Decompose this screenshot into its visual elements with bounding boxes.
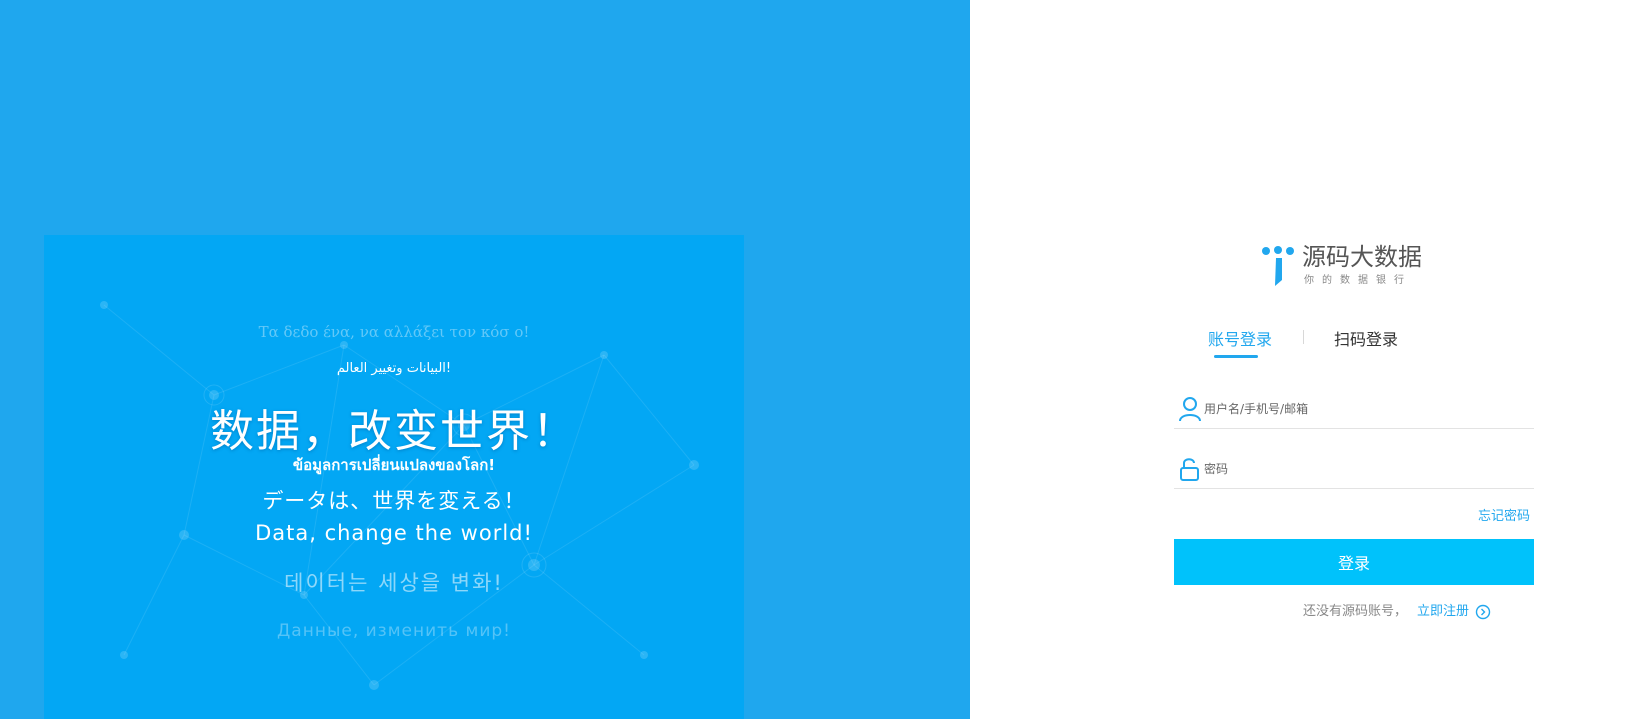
network-background [100,301,699,690]
brand-logo: 源码大数据 你的数据银行 [1260,244,1440,286]
password-field [1174,452,1534,489]
chevron-right-circle-icon[interactable] [1475,604,1491,620]
slogan-korean: 데이터는 세상을 변화! [284,571,504,595]
login-panel: 源码大数据 你的数据银行 账号登录 扫码登录 忘记密码 登录 还没有源码账号， 立… [970,0,1634,719]
slogan-thai: ข้อมูลการเปลี่ยนแปลงของโลก! [292,456,496,474]
login-button[interactable]: 登录 [1174,539,1534,585]
slogan-greek: Τα δεδο ένα, να αλλάξει τον κόσ ο! [258,323,530,341]
password-input[interactable] [1204,456,1524,482]
hero-panel: Τα δεδο ένα, να αλλάξει τον κόσ ο! البيا… [44,235,744,719]
slogan-chinese: 数据，改变世界！ [210,406,578,457]
slogan-japanese: データは、世界を変える！ [262,489,526,513]
brand-mark-icon [1262,246,1294,286]
user-icon [1179,397,1201,422]
username-field [1174,392,1534,429]
active-tab-indicator [1214,355,1258,358]
slogan-arabic: البيانات وتغيير العالم! [336,361,452,376]
tab-account-login[interactable]: 账号登录 [1208,326,1272,350]
tab-qr-login[interactable]: 扫码登录 [1334,326,1398,350]
forgot-password-link[interactable]: 忘记密码 [1478,505,1530,524]
brand-title: 源码大数据 [1302,243,1422,271]
register-link[interactable]: 立即注册 [1417,604,1469,619]
no-account-text: 还没有源码账号， [1303,604,1408,619]
register-row: 还没有源码账号， 立即注册 [1303,600,1491,620]
brand-subtitle: 你的数据银行 [1304,275,1412,286]
username-input[interactable] [1204,396,1524,422]
login-tabs: 账号登录 扫码登录 [1200,322,1440,358]
slogan-russian: Данные, изменить мир! [277,621,511,641]
slogan-english: Data, change the world! [255,521,533,545]
left-banner: Τα δεδο ένα, να αλλάξει τον κόσ ο! البيا… [0,0,970,719]
lock-icon [1180,458,1199,481]
tab-divider [1303,330,1304,344]
